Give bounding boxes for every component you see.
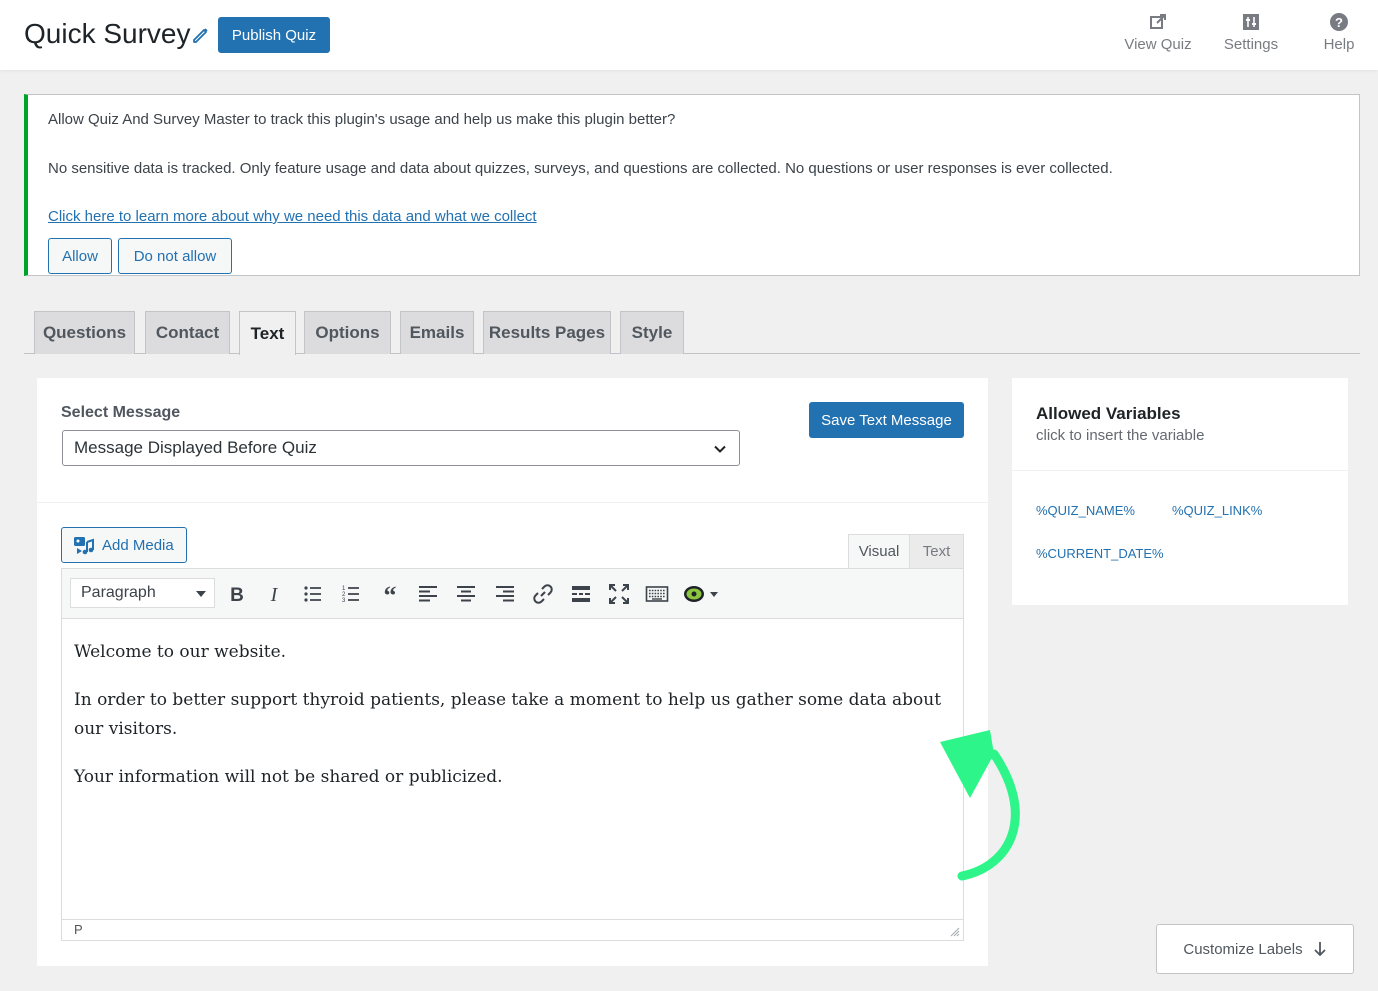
select-message-label: Select Message — [61, 404, 181, 421]
align-left-icon[interactable] — [416, 582, 440, 606]
svg-text:I: I — [270, 584, 279, 606]
allowed-variables-hint: click to insert the variable — [1036, 427, 1205, 444]
italic-icon[interactable]: I — [262, 582, 286, 606]
allowed-variables-title: Allowed Variables — [1036, 404, 1181, 423]
tab-contact[interactable]: Contact — [145, 311, 230, 354]
help-link[interactable]: ? Help — [1316, 12, 1362, 53]
settings-link[interactable]: Settings — [1218, 12, 1284, 53]
content-paragraph: In order to better support thyroid patie… — [74, 690, 942, 739]
divider — [1012, 470, 1348, 471]
fullscreen-icon[interactable] — [607, 582, 631, 606]
publish-quiz-button[interactable]: Publish Quiz — [218, 17, 330, 53]
content-paragraph: Your information will not be shared or p… — [74, 767, 503, 787]
tab-results-pages[interactable]: Results Pages — [483, 311, 611, 354]
do-not-allow-button[interactable]: Do not allow — [118, 238, 232, 274]
save-text-message-button[interactable]: Save Text Message — [809, 402, 964, 438]
notice-question: Allow Quiz And Survey Master to track th… — [48, 111, 676, 128]
pencil-icon[interactable] — [191, 25, 211, 45]
settings-label: Settings — [1223, 36, 1279, 53]
svg-text:B: B — [230, 585, 244, 606]
view-quiz-link[interactable]: View Quiz — [1120, 12, 1196, 53]
variable-current-date[interactable]: %CURRENT_DATE% — [1036, 546, 1164, 561]
content-paragraph: Welcome to our website. — [74, 642, 287, 662]
message-select-value: Message Displayed Before Quiz — [74, 438, 317, 457]
customize-labels-label: Customize Labels — [1183, 940, 1303, 958]
message-select[interactable]: Message Displayed Before Quiz — [62, 430, 740, 466]
tab-options[interactable]: Options — [304, 311, 391, 354]
align-center-icon[interactable] — [454, 582, 478, 606]
read-more-icon[interactable] — [569, 582, 593, 606]
rich-text-editor: Paragraph B I 1 2 3 “ Welcome to our web… — [61, 568, 964, 941]
text-mode-tab[interactable]: Text — [909, 534, 964, 568]
dropdown-arrow-icon — [196, 591, 206, 597]
page-title: Quick Survey — [24, 18, 191, 49]
divider — [37, 502, 988, 503]
variable-quiz-name[interactable]: %QUIZ_NAME% — [1036, 503, 1135, 518]
format-select-value: Paragraph — [81, 584, 156, 601]
format-select[interactable]: Paragraph — [70, 578, 215, 608]
chevron-down-icon — [714, 445, 726, 453]
annotation-arrow-icon — [940, 730, 1020, 881]
add-media-label: Add Media — [102, 536, 174, 554]
arrow-down-icon — [1313, 942, 1326, 957]
view-quiz-label: View Quiz — [1124, 36, 1192, 53]
text-message-panel: Select Message Message Displayed Before … — [37, 378, 988, 966]
allow-button[interactable]: Allow — [48, 238, 112, 274]
keyboard-icon[interactable] — [645, 582, 669, 606]
svg-text:?: ? — [1335, 15, 1343, 30]
svg-text:3: 3 — [342, 598, 346, 604]
add-media-button[interactable]: Add Media — [61, 527, 187, 563]
element-path[interactable]: P — [74, 922, 83, 937]
quiz-tabs: Questions Contact Text Options Emails Re… — [24, 310, 1360, 355]
bold-icon[interactable]: B — [225, 582, 249, 606]
customize-labels-button[interactable]: Customize Labels — [1156, 924, 1354, 974]
align-right-icon[interactable] — [493, 582, 517, 606]
learn-more-link[interactable]: Click here to learn more about why we ne… — [48, 208, 537, 225]
svg-text:“: “ — [384, 582, 397, 606]
allowed-variables-panel: Allowed Variables click to insert the va… — [1012, 378, 1348, 605]
resize-handle-icon[interactable] — [950, 927, 960, 937]
sliders-icon — [1243, 14, 1259, 30]
notice-details: No sensitive data is tracked. Only featu… — [48, 160, 1113, 177]
tab-questions[interactable]: Questions — [34, 311, 135, 354]
tab-emails[interactable]: Emails — [400, 311, 474, 354]
bullet-list-icon[interactable] — [301, 582, 325, 606]
tab-text[interactable]: Text — [239, 311, 296, 355]
usage-tracking-notice: Allow Quiz And Survey Master to track th… — [24, 94, 1360, 276]
variable-quiz-link[interactable]: %QUIZ_LINK% — [1172, 503, 1262, 518]
plugin-icon[interactable] — [682, 582, 720, 606]
blockquote-icon[interactable]: “ — [378, 582, 402, 606]
top-header: Quick Survey Publish Quiz View Quiz Sett… — [0, 0, 1378, 70]
link-icon[interactable] — [531, 582, 555, 606]
external-link-icon — [1150, 14, 1166, 29]
editor-status-bar: P — [62, 919, 963, 940]
tab-style[interactable]: Style — [620, 311, 684, 354]
media-icon — [74, 537, 94, 555]
editor-toolbar: Paragraph B I 1 2 3 “ — [62, 569, 963, 619]
help-label: Help — [1323, 36, 1355, 53]
editor-content[interactable]: Welcome to our website. In order to bett… — [62, 620, 963, 919]
help-icon: ? — [1330, 13, 1348, 31]
numbered-list-icon[interactable]: 1 2 3 — [339, 582, 363, 606]
visual-mode-tab[interactable]: Visual — [848, 534, 910, 568]
